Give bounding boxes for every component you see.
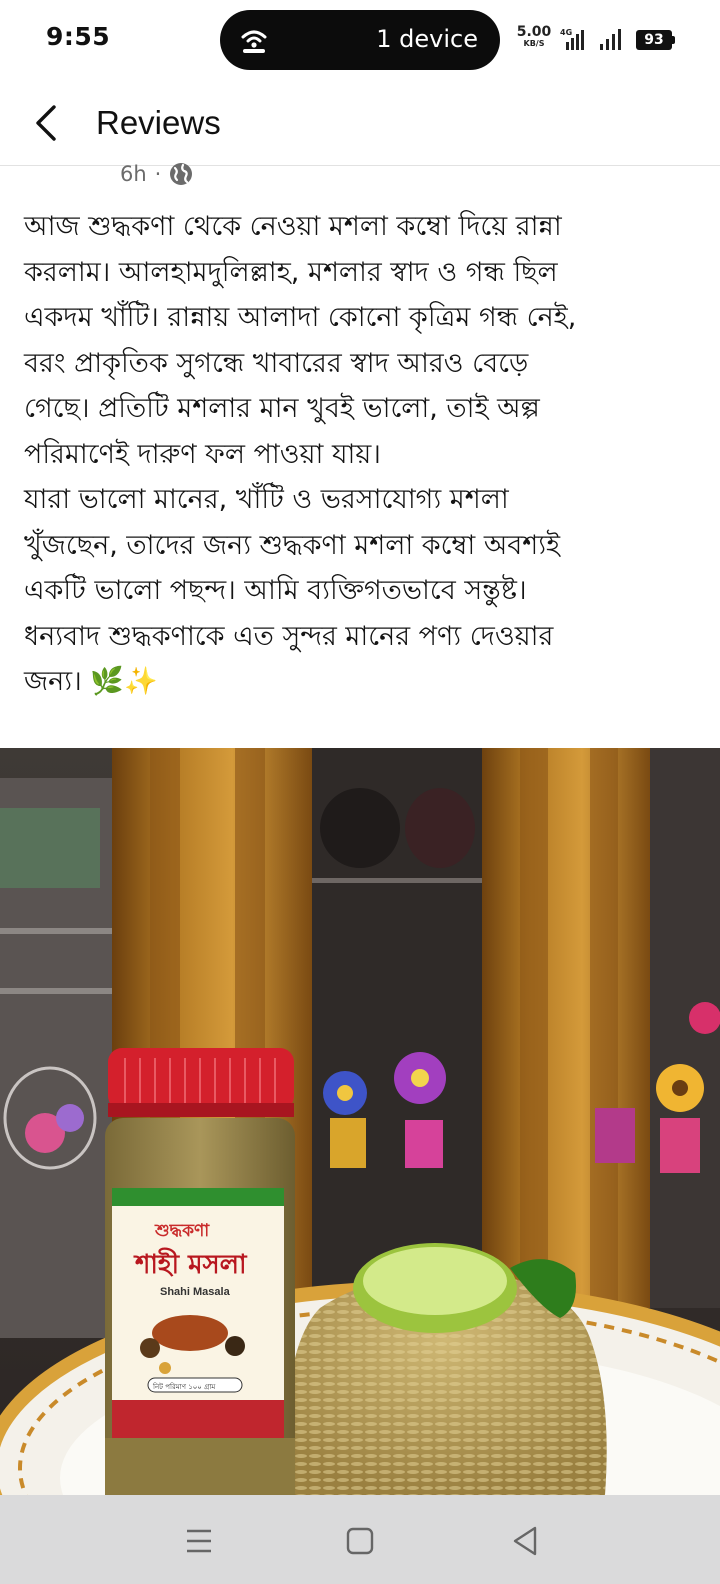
page-title: Reviews xyxy=(96,104,221,141)
net-speed-value: 5.00 xyxy=(516,24,552,40)
svg-text:4G: 4G xyxy=(560,28,572,37)
system-nav-bar xyxy=(0,1495,720,1584)
connected-devices-pill[interactable]: 1 device xyxy=(220,10,500,70)
battery-tip xyxy=(672,36,675,44)
menu-icon[interactable] xyxy=(177,1519,221,1563)
jar-weight: নিট পরিমাণ ১০০ গ্রাম xyxy=(152,1382,215,1391)
network-speed: 5.00 KB/S xyxy=(516,24,552,49)
status-time: 9:55 xyxy=(46,22,111,51)
meta-separator: · xyxy=(154,162,162,186)
review-photo[interactable]: শুদ্ধকণা শাহী মসলা Shahi Masala নিট পরিম… xyxy=(0,748,720,1495)
food-photo: শুদ্ধকণা শাহী মসলা Shahi Masala নিট পরিম… xyxy=(0,748,720,1495)
jar-product-bn: শাহী মসলা xyxy=(133,1247,248,1280)
app-header: Reviews xyxy=(0,80,720,166)
review-text: আজ শুদ্ধকণা থেকে নেওয়া মশলা কম্বো দিয়ে… xyxy=(24,211,577,697)
hotspot-icon xyxy=(241,30,267,53)
back-arrow-icon[interactable] xyxy=(24,98,74,148)
jar-product-en: Shahi Masala xyxy=(160,1286,231,1298)
globe-icon xyxy=(170,163,193,185)
signal-icon xyxy=(600,29,621,50)
home-square-icon[interactable] xyxy=(338,1519,382,1563)
post-time[interactable]: 6h xyxy=(120,162,147,186)
pill-label: 1 device xyxy=(376,25,478,53)
signal-4g-icon: 4G xyxy=(560,28,584,50)
battery-indicator: 93 xyxy=(636,30,672,50)
status-bar: 9:55 1 device 5.00 KB/S 4G 93 xyxy=(0,0,720,80)
jar-brand: শুদ্ধকণা xyxy=(154,1221,210,1241)
post-meta: 6h · xyxy=(120,160,193,188)
back-triangle-icon[interactable] xyxy=(504,1519,548,1563)
